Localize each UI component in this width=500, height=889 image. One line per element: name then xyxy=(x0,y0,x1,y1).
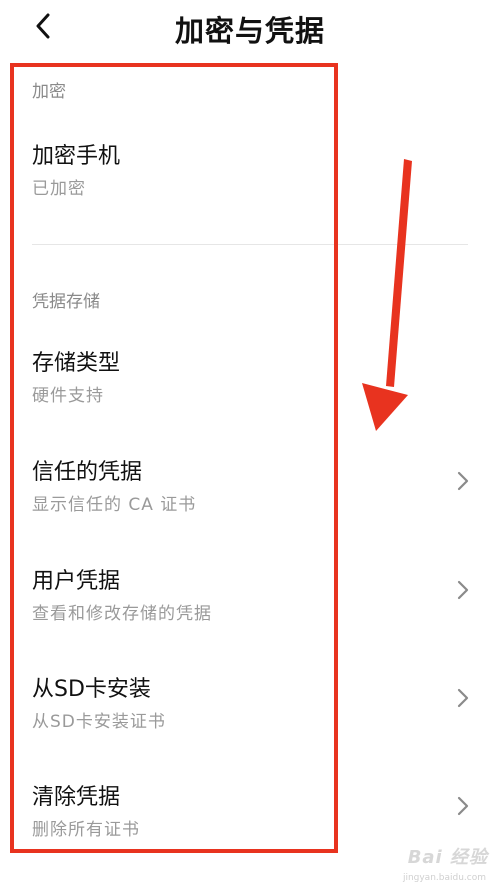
item-subtitle: 显示信任的 CA 证书 xyxy=(32,495,197,515)
section-header-encryption: 加密 xyxy=(32,82,66,102)
item-title: 从SD卡安装 xyxy=(32,677,151,702)
chevron-right-icon xyxy=(457,796,469,816)
item-subtitle: 查看和修改存储的凭据 xyxy=(32,604,212,624)
page-title: 加密与凭据 xyxy=(174,14,325,48)
list-item-user-credentials[interactable]: 用户凭据 查看和修改存储的凭据 xyxy=(0,563,500,649)
item-subtitle: 删除所有证书 xyxy=(32,820,140,840)
item-title: 用户凭据 xyxy=(32,569,121,594)
watermark-url: jingyan.baidu.com xyxy=(402,873,486,883)
list-item-storage-type[interactable]: 存储类型 硬件支持 xyxy=(0,345,500,431)
item-subtitle: 已加密 xyxy=(32,179,86,199)
item-title: 清除凭据 xyxy=(32,785,121,810)
list-item-clear-credentials[interactable]: 清除凭据 删除所有证书 xyxy=(0,779,500,865)
list-item-trusted-credentials[interactable]: 信任的凭据 显示信任的 CA 证书 xyxy=(0,454,500,540)
item-title: 存储类型 xyxy=(32,351,121,376)
section-header-credential-storage: 凭据存储 xyxy=(32,292,100,312)
item-title: 加密手机 xyxy=(32,144,121,169)
list-item-install-from-sd[interactable]: 从SD卡安装 从SD卡安装证书 xyxy=(0,671,500,757)
chevron-right-icon xyxy=(457,580,469,600)
chevron-right-icon xyxy=(457,471,469,491)
chevron-right-icon xyxy=(457,688,469,708)
section-divider xyxy=(32,244,468,245)
item-subtitle: 硬件支持 xyxy=(32,386,104,406)
top-bar: 加密与凭据 xyxy=(0,0,500,60)
item-title: 信任的凭据 xyxy=(32,460,143,485)
list-item-encrypt-phone[interactable]: 加密手机 已加密 xyxy=(0,138,500,224)
item-subtitle: 从SD卡安装证书 xyxy=(32,712,166,732)
